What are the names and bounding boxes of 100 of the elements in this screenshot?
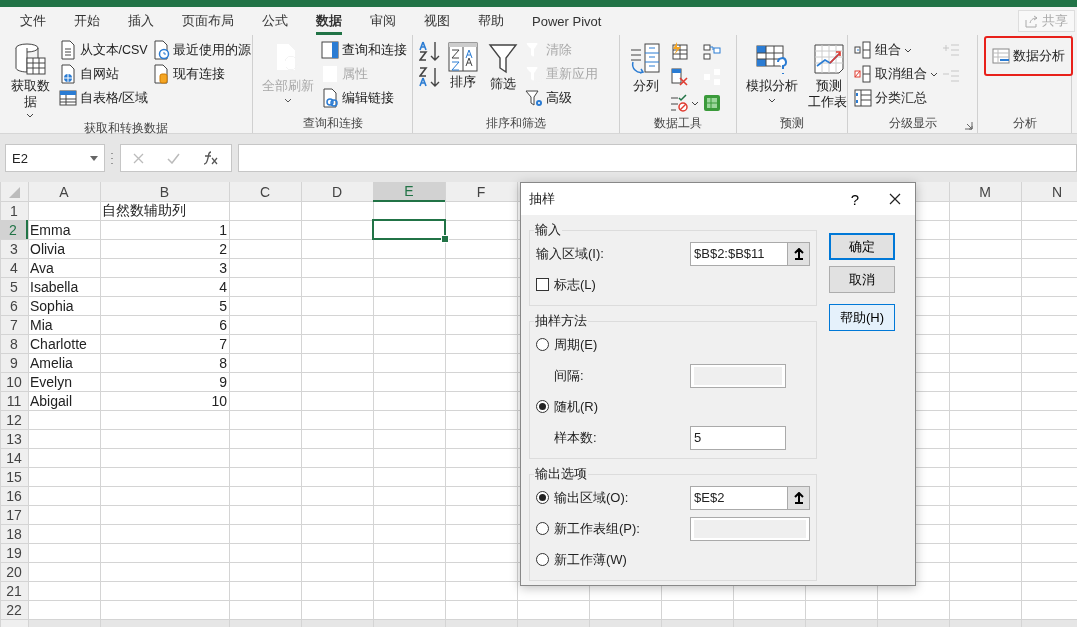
ribbon-button[interactable]: 组合 [854,40,938,60]
row-header[interactable]: 21 [0,581,28,600]
row-header[interactable]: 19 [0,543,28,562]
group-label: 预测 [780,114,804,132]
ribbon-button[interactable]: 查询和连接 [321,40,407,60]
row-header[interactable]: 13 [0,429,28,448]
formula-input[interactable] [238,144,1077,172]
row-header[interactable]: 9 [0,353,28,372]
row-header[interactable]: 17 [0,505,28,524]
ribbon-tab[interactable]: 开始 [60,7,114,35]
dialog-button[interactable]: 确定 [829,233,895,260]
input-field[interactable]: 5 [690,425,786,450]
forecast-chart-icon [812,42,847,76]
radio-button[interactable] [536,338,549,351]
ribbon-button[interactable]: 预测工作表 [805,40,854,113]
column-header[interactable]: C [229,182,301,202]
column-header[interactable]: B [100,182,229,202]
check-icon[interactable] [167,152,180,164]
collapse-button[interactable] [787,242,809,265]
ribbon-tab[interactable]: 文件 [6,7,60,35]
help-button[interactable]: ? [835,183,875,215]
row-header[interactable]: 10 [0,372,28,391]
checkbox[interactable]: 标志(L) [536,275,596,294]
row-header[interactable]: 6 [0,296,28,315]
ribbon-tab[interactable]: 审阅 [356,7,410,35]
sort-icon [448,42,478,72]
ribbon-button[interactable]: 编辑链接 [321,88,407,108]
ribbon-tab[interactable]: 页面布局 [168,7,248,35]
radio-label: 输出区域(O): [554,488,629,507]
dialog-launcher-icon[interactable] [964,121,973,130]
table-cell-text: 5 [218,296,228,315]
ribbon-button[interactable]: 从文本/CSV [58,40,148,60]
ribbon-icon-button[interactable] [419,66,441,88]
table-cell-text: Abigail [29,391,74,410]
ribbon-button[interactable]: 取消组合 [854,64,938,84]
column-header[interactable]: F [445,182,517,202]
column-header[interactable]: A [28,182,100,202]
input-field[interactable]: $B$2:$B$11 [690,241,810,266]
row-header[interactable]: 14 [0,448,28,467]
function-icon[interactable] [203,151,220,165]
dialog-button[interactable]: 取消 [829,266,895,293]
ribbon-tab[interactable]: Power Pivot [518,7,616,35]
ribbon-button[interactable]: 自网站 [58,64,148,84]
ungroup-icon [854,65,872,83]
field-label: 输入区域(I): [536,244,605,263]
column-header[interactable]: D [301,182,373,202]
ribbon-tab[interactable]: 数据 [302,7,356,35]
column-header[interactable]: E [373,182,445,202]
row-header[interactable]: 22 [0,600,28,619]
row-header[interactable]: 7 [0,315,28,334]
ribbon-button[interactable]: 分类汇总 [854,88,938,108]
column-header[interactable]: N [1021,182,1077,202]
row-header[interactable]: 2 [0,220,28,239]
radio-button[interactable] [536,491,549,504]
ribbon-icon-button[interactable] [419,40,441,62]
group-icon [854,41,872,59]
sort-ascending-icon [419,40,441,62]
ribbon-tab[interactable]: 视图 [410,7,464,35]
input-field[interactable]: $E$2 [690,485,810,510]
data-validation-icon [670,94,688,112]
ribbon-button[interactable]: 排序 [445,40,481,93]
consolidate-icon [703,42,721,60]
row-header[interactable]: 8 [0,334,28,353]
ribbon-tab[interactable]: 插入 [114,7,168,35]
ribbon-button[interactable]: 获取数据 [6,40,55,121]
row-header[interactable]: 5 [0,277,28,296]
ribbon-tab[interactable]: 公式 [248,7,302,35]
column-header[interactable]: M [949,182,1021,202]
row-header[interactable]: 3 [0,239,28,258]
radio-button[interactable] [536,553,549,566]
ribbon-button[interactable]: 模拟分析 [743,40,801,105]
ribbon-button[interactable]: 自表格/区域 [58,88,148,108]
sort-descending-icon [419,66,441,88]
ribbon-button[interactable]: 筛选 [485,40,521,95]
table-cell-text: Evelyn [29,372,74,391]
ribbon-button[interactable]: 高级 [525,88,598,108]
dialog-button[interactable]: 帮助(H) [829,304,895,331]
row-header[interactable]: 11 [0,391,28,410]
ribbon-button[interactable]: 最近使用的源 [152,40,251,60]
collapse-button[interactable] [787,486,809,509]
name-box[interactable]: E2 [5,144,105,172]
row-header[interactable]: 4 [0,258,28,277]
row-header[interactable]: 18 [0,524,28,543]
filter-icon [488,42,518,74]
ribbon-button[interactable]: 现有连接 [152,64,251,84]
radio-button[interactable] [536,400,549,413]
data-analysis-icon [992,47,1010,65]
ribbon-button[interactable]: 分列 [626,40,666,97]
row-header[interactable]: 1 [0,201,28,220]
row-header[interactable]: 12 [0,410,28,429]
row-header[interactable]: 15 [0,467,28,486]
radio-button[interactable] [536,522,549,535]
ribbon-button[interactable]: 数据分析 [992,46,1065,66]
ribbon-tab[interactable]: 帮助 [464,7,518,35]
table-cell-text: Ava [29,258,55,277]
row-header[interactable]: 20 [0,562,28,581]
table-cell-text: 9 [218,372,228,391]
table-cell-text: 8 [218,353,228,372]
ribbon-icon-button[interactable] [670,92,699,114]
row-header[interactable]: 16 [0,486,28,505]
